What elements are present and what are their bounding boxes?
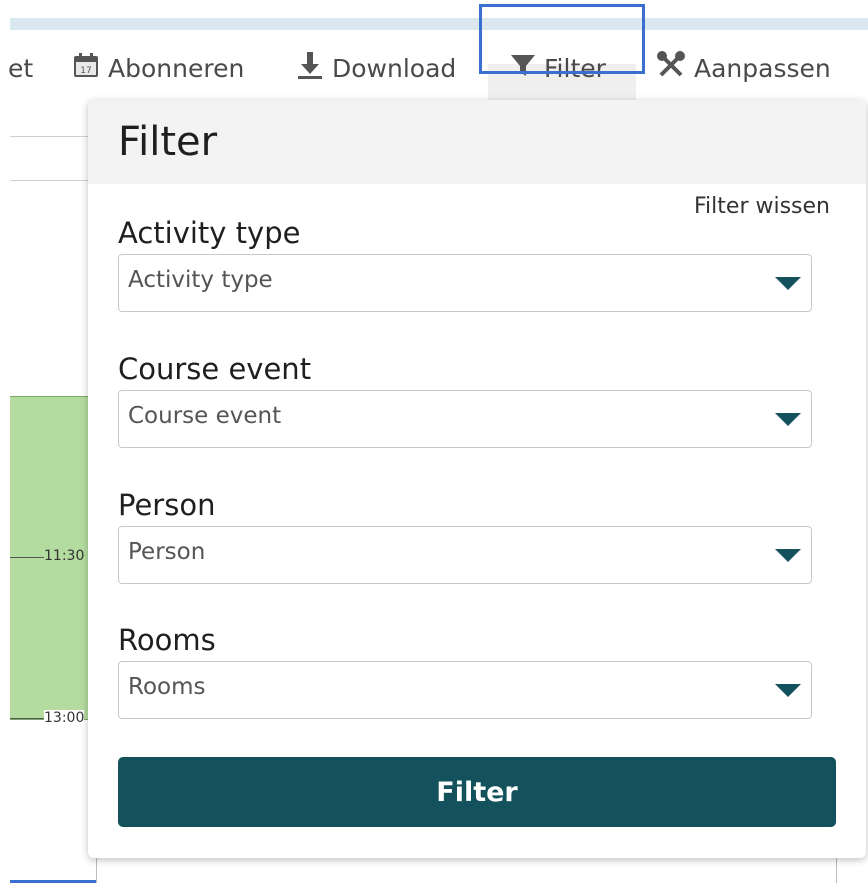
course-event-placeholder: Course event bbox=[128, 403, 282, 429]
caret-down-icon bbox=[775, 684, 801, 697]
tools-icon bbox=[656, 50, 686, 86]
calendar-divider bbox=[96, 856, 97, 883]
calendar-divider bbox=[10, 180, 88, 181]
toolbar-partial-label: et bbox=[8, 53, 34, 83]
calendar-divider bbox=[836, 856, 837, 883]
apply-filter-button[interactable]: Filter bbox=[118, 757, 836, 827]
caret-down-icon bbox=[775, 549, 801, 562]
top-accent-bar bbox=[10, 18, 868, 30]
customize-button[interactable]: Aanpassen bbox=[656, 50, 831, 86]
caret-down-icon bbox=[775, 413, 801, 426]
activity-type-select[interactable]: Activity type bbox=[118, 254, 812, 312]
rooms-placeholder: Rooms bbox=[128, 674, 206, 700]
subscribe-button[interactable]: 17 Abonneren bbox=[72, 50, 244, 86]
download-button[interactable]: Download bbox=[296, 50, 456, 86]
toolbar: et 17 Abonneren Download Filter Aanpasse… bbox=[0, 36, 868, 100]
activity-type-label: Activity type bbox=[118, 216, 301, 250]
calendar-icon: 17 bbox=[72, 51, 100, 85]
calendar-divider bbox=[10, 136, 88, 137]
course-event-label: Course event bbox=[118, 352, 312, 386]
download-label: Download bbox=[332, 53, 457, 83]
filter-panel-title: Filter bbox=[118, 119, 218, 165]
download-icon bbox=[296, 50, 324, 86]
filter-panel: Filter Filter wissen Activity type Activ… bbox=[88, 100, 866, 858]
calendar-time-tick bbox=[10, 718, 46, 719]
calendar-time-label: 13:00 bbox=[44, 710, 85, 726]
calendar-time-tick bbox=[10, 557, 46, 558]
subscribe-label: Abonneren bbox=[108, 53, 245, 83]
svg-text:17: 17 bbox=[80, 66, 91, 76]
filter-panel-header: Filter bbox=[88, 100, 866, 184]
rooms-select[interactable]: Rooms bbox=[118, 661, 812, 719]
filter-highlight-box bbox=[479, 4, 645, 74]
calendar-time-label: 11:30 bbox=[44, 548, 85, 564]
toolbar-item-partial[interactable]: et bbox=[8, 50, 33, 86]
rooms-label: Rooms bbox=[118, 623, 216, 657]
person-placeholder: Person bbox=[128, 539, 206, 565]
activity-type-placeholder: Activity type bbox=[128, 267, 273, 293]
course-event-select[interactable]: Course event bbox=[118, 390, 812, 448]
person-label: Person bbox=[118, 488, 216, 522]
customize-label: Aanpassen bbox=[694, 53, 831, 83]
person-select[interactable]: Person bbox=[118, 526, 812, 584]
caret-down-icon bbox=[775, 277, 801, 290]
clear-filter-link[interactable]: Filter wissen bbox=[694, 194, 830, 219]
